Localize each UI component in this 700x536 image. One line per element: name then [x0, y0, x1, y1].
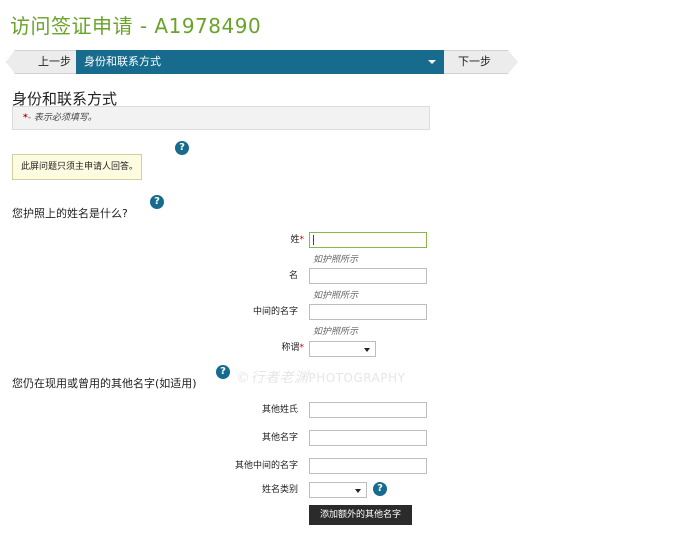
help-icon[interactable]: ?	[150, 195, 164, 209]
name-type-select[interactable]	[309, 482, 367, 498]
other-middle-name-label: 其他中间的名字	[234, 461, 298, 471]
other-given-name-label: 其他名字	[261, 433, 298, 443]
title-label: 称谓*	[281, 343, 305, 353]
other-surname-input[interactable]	[309, 402, 427, 418]
surname-hint: 如护照所示	[313, 255, 359, 265]
middle-name-input[interactable]	[309, 304, 427, 320]
name-type-label: 姓名类别	[261, 485, 298, 495]
help-icon[interactable]: ?	[175, 141, 189, 155]
surname-label: 姓*	[290, 235, 305, 245]
other-middle-name-input[interactable]	[309, 458, 427, 474]
current-step-dropdown[interactable]: 身份和联系方式	[76, 50, 444, 74]
other-names-question: 您仍在现用或曾用的其他名字(如适用)	[12, 377, 197, 390]
dropdown-arrow-icon	[355, 489, 361, 493]
wizard-nav: 上一步 身份和联系方式 下一步	[6, 50, 518, 74]
help-icon[interactable]: ?	[216, 365, 230, 379]
dropdown-arrow-icon	[364, 348, 370, 352]
text-cursor	[313, 235, 314, 245]
title-select[interactable]	[309, 341, 376, 357]
current-step-label: 身份和联系方式	[84, 55, 161, 68]
middle-name-hint: 如护照所示	[313, 327, 359, 337]
caret-down-icon	[428, 60, 436, 64]
add-other-name-button[interactable]: 添加额外的其他名字	[309, 505, 412, 525]
required-star: *	[299, 343, 305, 353]
applicant-note: 此屏问题只须主申请人回答。	[12, 154, 142, 180]
watermark: ©行者老渊PHOTOGRAPHY	[236, 370, 406, 386]
surname-input[interactable]	[309, 232, 427, 248]
next-step-button[interactable]: 下一步	[444, 50, 518, 74]
page-title: 访问签证申请 - A1978490	[10, 14, 262, 38]
other-surname-label: 其他姓氏	[261, 405, 298, 415]
middle-name-label: 中间的名字	[252, 307, 298, 317]
given-name-label: 名	[288, 271, 298, 281]
help-icon[interactable]: ?	[373, 482, 387, 496]
given-name-input[interactable]	[309, 268, 427, 284]
required-note-box: *- 表示必须填写。	[12, 106, 430, 130]
required-star: *	[299, 235, 305, 245]
prev-step-button[interactable]: 上一步	[6, 50, 80, 74]
passport-name-question: 您护照上的姓名是什么?	[12, 207, 128, 220]
given-name-hint: 如护照所示	[313, 291, 359, 301]
required-note-text: - 表示必须填写。	[27, 113, 97, 123]
other-given-name-input[interactable]	[309, 430, 427, 446]
